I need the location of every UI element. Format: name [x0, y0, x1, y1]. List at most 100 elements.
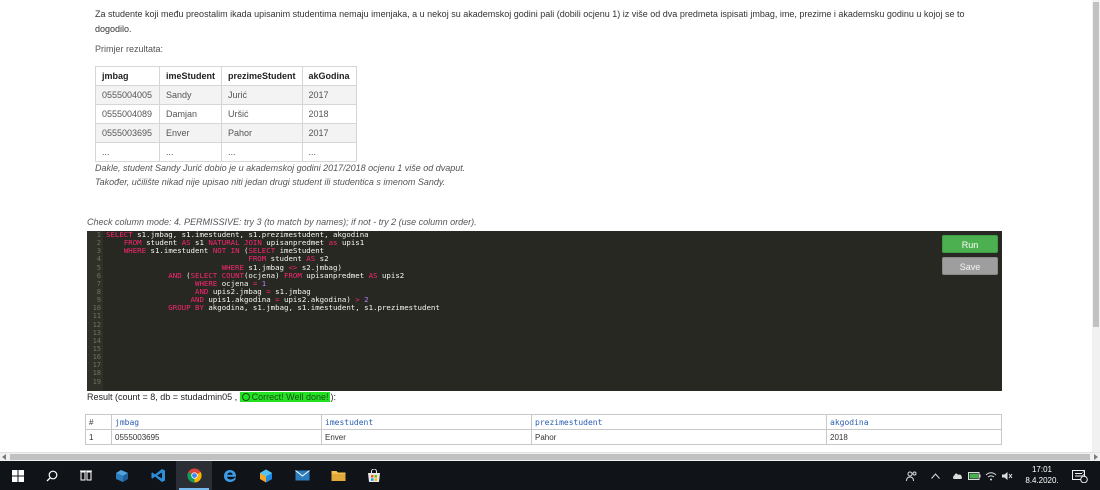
volume-icon[interactable]: [1001, 461, 1013, 490]
scrollbar-thumb[interactable]: [1093, 2, 1099, 327]
example-header: jmbag: [95, 66, 160, 86]
table-row: ... ... ... ...: [95, 142, 357, 162]
scroll-left-icon[interactable]: [2, 454, 6, 460]
line-number: 1: [96, 231, 101, 239]
line-number: 19: [92, 377, 101, 386]
line-number: 9: [96, 296, 101, 305]
line-number: 15: [92, 344, 101, 353]
file-explorer-icon[interactable]: [104, 461, 140, 490]
line-number: 6: [96, 271, 101, 280]
table-cell: Damjan: [158, 104, 223, 124]
store-icon[interactable]: [356, 461, 392, 490]
line-number: 8: [96, 287, 101, 296]
code-lines[interactable]: SELECT s1.jmbag, s1.imestudent, s1.prezi…: [106, 231, 440, 312]
table-cell: Enver: [158, 123, 223, 143]
result-prefix: Result (count = 8, db = studadmin05 ,: [87, 392, 238, 402]
line-number: 14: [92, 336, 101, 345]
table-cell: 1: [85, 429, 112, 445]
scroll-right-icon[interactable]: [1094, 454, 1098, 460]
cloud-icon[interactable]: [951, 461, 963, 490]
example-header: prezimeStudent: [221, 66, 303, 86]
table-row: 0555004005 Sandy Jurić 2017: [95, 85, 357, 105]
vertical-scrollbar[interactable]: [1092, 0, 1100, 452]
line-number-gutter: 1 2 3 4 5 6 7 8 9 10 11 12 13 14 15 16 1…: [87, 231, 103, 391]
success-text: Correct! Well done!: [251, 392, 329, 402]
windows-start-icon[interactable]: [0, 461, 36, 490]
table-cell: Enver: [321, 429, 532, 445]
sql-code-editor[interactable]: 1 2 3 4 5 6 7 8 9 10 11 12 13 14 15 16 1…: [87, 231, 1002, 391]
table-cell: 2018: [826, 429, 1002, 445]
line-number: 7: [96, 279, 101, 288]
explanation-line: Dakle, student Sandy Jurić dobio je u ak…: [95, 163, 466, 173]
chrome-icon[interactable]: [176, 461, 212, 490]
line-number: 18: [92, 369, 101, 378]
people-icon[interactable]: [906, 461, 918, 490]
table-cell: 2018: [301, 104, 357, 124]
result-header[interactable]: imestudent: [321, 414, 532, 430]
explanation-line: Također, učilište nikad nije upisao niti…: [95, 177, 446, 187]
clock-time: 17:01: [1031, 465, 1053, 474]
horizontal-scrollbar[interactable]: [0, 452, 1100, 461]
folder-icon[interactable]: [320, 461, 356, 490]
scrollbar-thumb[interactable]: [10, 454, 1090, 460]
example-table: jmbag imeStudent prezimeStudent akGodina…: [95, 66, 357, 162]
line-number: 2: [96, 239, 101, 248]
notification-icon[interactable]: 2: [1072, 461, 1088, 490]
result-header[interactable]: prezimestudent: [531, 414, 827, 430]
result-header[interactable]: jmbag: [111, 414, 322, 430]
result-suffix: ):: [330, 392, 336, 402]
line-number: 11: [92, 312, 101, 321]
table-cell: 0555003695: [95, 123, 160, 143]
windows-taskbar: 17:01 8.4.2020. 2: [0, 461, 1100, 490]
wifi-icon[interactable]: [985, 461, 997, 490]
code-line[interactable]: GROUP BY akgodina, s1.jmbag, s1.imestude…: [106, 304, 440, 312]
table-cell: Pahor: [221, 123, 303, 143]
table-cell: Pahor: [531, 429, 827, 445]
example-header: imeStudent: [158, 66, 223, 86]
result-table: # jmbag imestudent prezimestudent akgodi…: [85, 414, 1002, 445]
line-number: 10: [92, 304, 101, 313]
table-row: 1 0555003695 Enver Pahor 2018: [85, 429, 1002, 445]
table-cell: 0555004089: [95, 104, 160, 124]
result-summary: Result (count = 8, db = studadmin05 , Co…: [87, 392, 336, 402]
table-cell: 0555003695: [111, 429, 322, 445]
web-page: Za studente koji među preostalim ikada u…: [0, 0, 1100, 452]
table-cell: ...: [158, 142, 223, 162]
line-number: 12: [92, 320, 101, 329]
chevron-up-icon[interactable]: [931, 461, 940, 490]
task-description: Za studente koji među preostalim ikada u…: [95, 9, 965, 34]
line-number: 17: [92, 361, 101, 370]
clock-date: 8.4.2020.: [1025, 476, 1059, 485]
line-number: 5: [96, 263, 101, 272]
task-view-icon[interactable]: [68, 461, 104, 490]
table-cell: Uršić: [221, 104, 303, 124]
table-row: 0555004089 Damjan Uršić 2018: [95, 104, 357, 124]
save-button[interactable]: Save: [942, 257, 998, 275]
result-header: #: [85, 414, 112, 430]
battery-icon: [968, 461, 981, 490]
run-button[interactable]: Run: [942, 235, 998, 253]
vscode-icon[interactable]: [140, 461, 176, 490]
line-number: 4: [96, 255, 101, 264]
example-header: akGodina: [301, 66, 357, 86]
table-cell: 0555004005: [95, 85, 160, 105]
system-clock[interactable]: 17:01 8.4.2020.: [1018, 464, 1066, 486]
edge-icon[interactable]: [212, 461, 248, 490]
table-cell: 2017: [301, 85, 357, 105]
line-number: 13: [92, 328, 101, 337]
example-label: Primjer rezultata:: [95, 44, 164, 54]
table-row: 0555003695 Enver Pahor 2017: [95, 123, 357, 143]
smiley-icon: [241, 393, 250, 401]
table-cell: ...: [301, 142, 357, 162]
success-badge: Correct! Well done!: [239, 392, 331, 402]
mail-icon[interactable]: [284, 461, 320, 490]
line-number: 3: [96, 247, 101, 256]
table-cell: ...: [221, 142, 303, 162]
app-icon[interactable]: [248, 461, 284, 490]
table-cell: 2017: [301, 123, 357, 143]
check-mode-text: Check column mode: 4. PERMISSIVE: try 3 …: [87, 217, 477, 227]
line-number: 16: [92, 353, 101, 362]
result-header[interactable]: akgodina: [826, 414, 1002, 430]
table-cell: Jurić: [221, 85, 303, 105]
search-icon[interactable]: [34, 461, 70, 490]
